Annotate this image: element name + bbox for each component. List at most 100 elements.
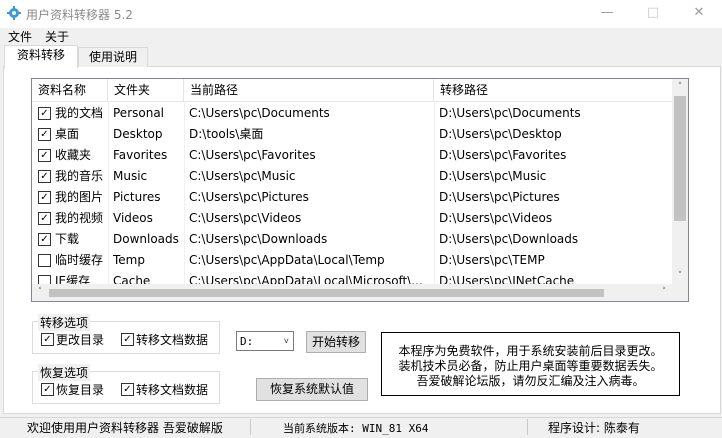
row-name: 临时缓存 (55, 253, 104, 267)
restore-dir-label[interactable]: 恢复目录 (56, 381, 104, 398)
tab-transfer[interactable]: 资料转移 (4, 45, 78, 69)
column-header-folder[interactable]: 文件夹 (108, 79, 184, 101)
window-title: 用户资料转移器 5.2 (26, 8, 133, 22)
restore-transfer-data-checkbox[interactable]: ✓ (121, 383, 134, 396)
table-row[interactable]: ✓ 桌面 Desktop D:\tools\桌面 D:\Users\pc\Desktop (32, 124, 672, 145)
row-target-path: D:\Users\pc\Documents (439, 106, 581, 120)
start-transfer-button[interactable]: 开始转移 (306, 331, 366, 353)
check-icon: ✓ (43, 334, 52, 345)
status-version: 当前系统版本: WIN_81 X64 (283, 422, 429, 435)
check-icon: ✓ (40, 171, 49, 182)
table-row[interactable]: ✓ 我的音乐 Music C:\Users\pc\Music D:\Users\pc\M… (32, 166, 672, 187)
row-target-path: D:\Users\pc\Desktop (439, 127, 562, 141)
row-checkbox[interactable]: ✓ (38, 212, 51, 225)
check-icon: ✓ (40, 213, 49, 224)
restore-transfer-data-label[interactable]: 转移文档数据 (136, 381, 208, 398)
check-icon: ✓ (40, 129, 49, 140)
check-icon: ✓ (43, 384, 52, 395)
close-icon: ✕ (693, 5, 705, 20)
check-icon: ✓ (40, 234, 49, 245)
status-author: 程序设计: 陈泰有 (548, 421, 640, 435)
row-folder: Desktop (113, 127, 163, 141)
row-target-path: D:\Users\pc\Favorites (439, 148, 567, 162)
row-name: 我的视频 (55, 211, 104, 225)
row-name: 桌面 (55, 127, 80, 141)
table-row[interactable]: ✓ 下载 Downloads C:\Users\pc\Downloads D:\User… (32, 229, 672, 250)
column-header-target-path[interactable]: 转移路径 (434, 79, 672, 101)
notice-line: 装机技术员必备，防止用户桌面等重要数据丢失。 (398, 359, 663, 373)
scroll-down-icon[interactable]: ˅ (672, 268, 688, 284)
notice-box: 本程序为免费软件，用于系统安装前后目录更改。 装机技术员必备，防止用户桌面等重要… (381, 332, 680, 396)
row-folder: Videos (113, 211, 153, 225)
change-dir-checkbox[interactable]: ✓ (41, 333, 54, 346)
check-icon: ✓ (40, 108, 49, 119)
status-welcome: 欢迎使用用户资料转移器 吾爱破解版 (27, 421, 223, 435)
folder-list[interactable]: 资料名称 文件夹 当前路径 转移路径 ✓ 我的文档 Personal C:\Users… (31, 78, 689, 302)
row-folder: Favorites (113, 148, 168, 162)
table-row[interactable]: 临时缓存 Temp C:\Users\pc\AppData\Local\Temp D:… (32, 250, 672, 271)
table-row[interactable]: ✓ 我的文档 Personal C:\Users\pc\Documents D:\Use… (32, 103, 672, 124)
minimize-button[interactable]: — (584, 0, 630, 28)
menu-file[interactable]: 文件 (8, 28, 32, 45)
row-current-path: D:\tools\桌面 (189, 127, 264, 141)
notice-line: 吾爱破解论坛版，请勿反汇编及注入病毒。 (416, 374, 645, 388)
row-current-path: C:\Users\pc\Downloads (189, 232, 328, 246)
row-current-path: C:\Users\pc\Videos (189, 211, 302, 225)
row-current-path: C:\Users\pc\Favorites (189, 148, 316, 162)
row-target-path: D:\Users\pc\Downloads (439, 232, 579, 246)
table-row[interactable]: ✓ 收藏夹 Favorites C:\Users\pc\Favorites D:\Use… (32, 145, 672, 166)
row-current-path: C:\Users\pc\Documents (189, 106, 330, 120)
drive-select[interactable]: D: ˅ (236, 331, 294, 351)
row-checkbox[interactable]: ✓ (38, 128, 51, 141)
row-checkbox[interactable]: ✓ (38, 170, 51, 183)
check-icon: ✓ (123, 334, 132, 345)
row-name: 我的文档 (55, 106, 104, 120)
table-row[interactable]: ✓ 我的视频 Videos C:\Users\pc\Videos D:\Users\pc… (32, 208, 672, 229)
row-current-path: C:\Users\pc\AppData\Local\Temp (189, 253, 385, 267)
notice-line: 本程序为免费软件，用于系统安装前后目录更改。 (398, 344, 663, 358)
scroll-up-icon[interactable]: ˄ (672, 79, 688, 95)
tab-instructions[interactable]: 使用说明 (78, 47, 148, 67)
row-checkbox[interactable]: ✓ (38, 149, 51, 162)
row-current-path: C:\Users\pc\Pictures (189, 190, 309, 204)
restore-defaults-button[interactable]: 恢复系统默认值 (256, 378, 368, 401)
column-header-name[interactable]: 资料名称 (32, 79, 108, 101)
maximize-button[interactable]: □ (630, 0, 676, 28)
close-button[interactable]: ✕ (676, 0, 722, 28)
drive-select-value: D: (240, 335, 254, 348)
transfer-data-checkbox[interactable]: ✓ (121, 333, 134, 346)
row-folder: Downloads (113, 232, 179, 246)
scroll-left-icon[interactable]: ˂ (32, 284, 48, 300)
gear-icon (7, 6, 21, 20)
vertical-scroll-thumb[interactable] (674, 96, 686, 221)
row-folder: Music (113, 169, 148, 183)
row-checkbox[interactable]: ✓ (38, 191, 51, 204)
menu-about[interactable]: 关于 (45, 28, 69, 45)
check-icon: ✓ (40, 150, 49, 161)
status-divider (250, 419, 251, 435)
row-name: 收藏夹 (55, 148, 92, 162)
status-divider (527, 419, 528, 435)
row-target-path: D:\Users\pc\Videos (439, 211, 553, 225)
column-header-current-path[interactable]: 当前路径 (184, 79, 434, 101)
table-row[interactable]: ✓ 我的图片 Pictures C:\Users\pc\Pictures D:\User… (32, 187, 672, 208)
row-name: 我的图片 (55, 190, 104, 204)
row-folder: Personal (113, 106, 165, 120)
row-checkbox[interactable]: ✓ (38, 107, 51, 120)
change-dir-label[interactable]: 更改目录 (56, 331, 104, 348)
row-target-path: D:\Users\pc\Music (439, 169, 547, 183)
maximize-icon: □ (646, 5, 660, 20)
transfer-data-label[interactable]: 转移文档数据 (136, 331, 208, 348)
row-checkbox[interactable]: ✓ (38, 233, 51, 246)
row-folder: Temp (113, 253, 145, 267)
restore-dir-checkbox[interactable]: ✓ (41, 383, 54, 396)
chevron-down-icon: ˅ (283, 337, 289, 347)
scroll-right-icon[interactable]: ˃ (656, 284, 672, 300)
check-icon: ✓ (40, 192, 49, 203)
row-folder: Pictures (113, 190, 161, 204)
transfer-options-legend: 转移选项 (38, 314, 91, 331)
row-checkbox[interactable] (38, 254, 51, 267)
horizontal-scroll-thumb[interactable] (49, 289, 604, 297)
row-target-path: D:\Users\pc\Pictures (439, 190, 560, 204)
row-current-path: C:\Users\pc\Music (189, 169, 296, 183)
